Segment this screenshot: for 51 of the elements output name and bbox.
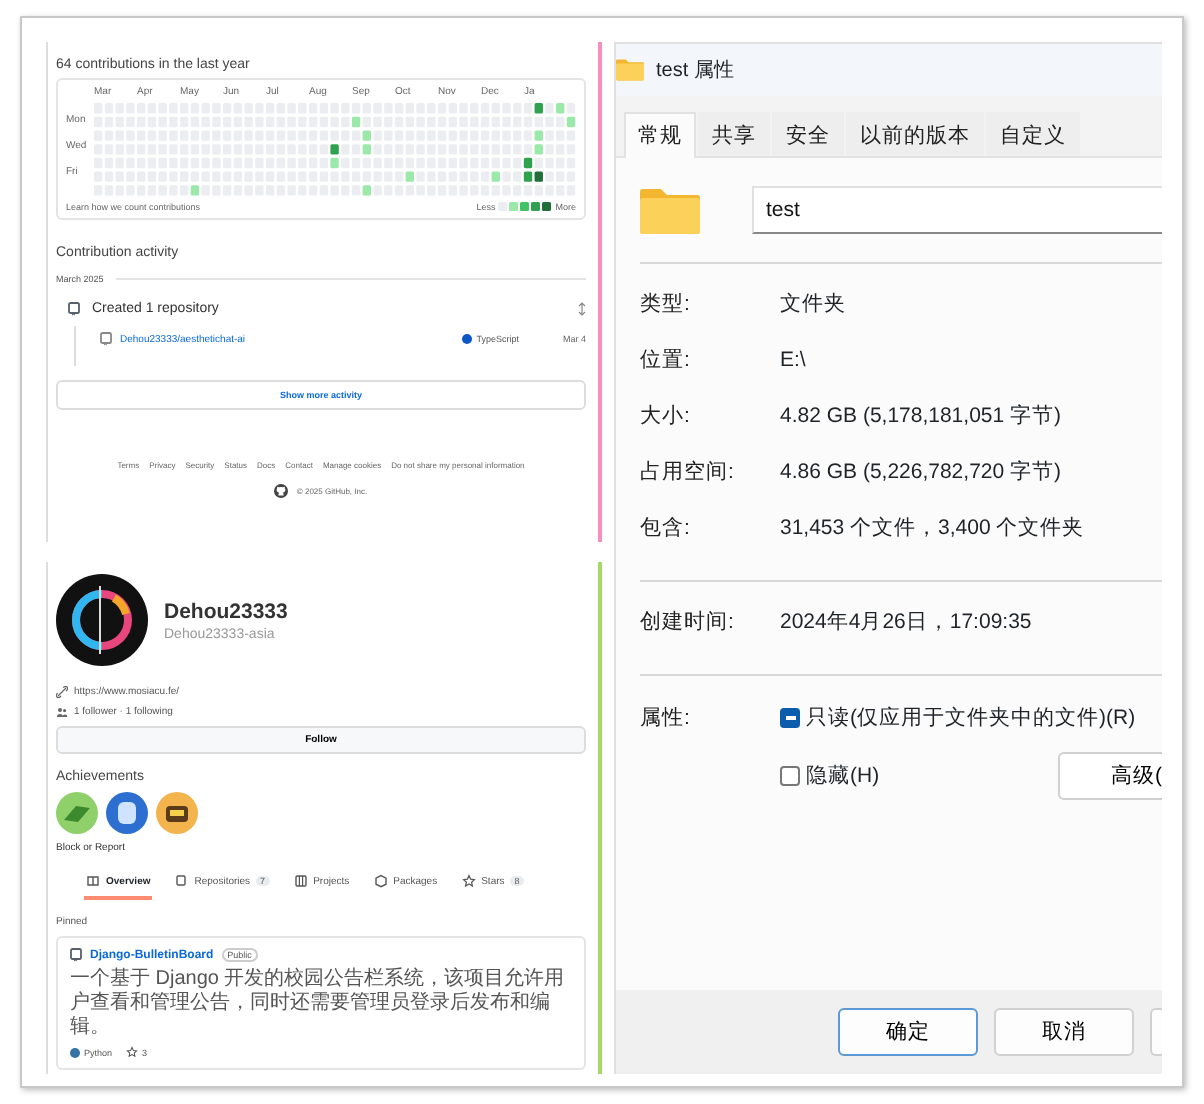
- achievement-badge-icon[interactable]: [106, 792, 148, 834]
- legend-scale-drawing: [498, 202, 553, 212]
- repo-icon: [100, 332, 112, 346]
- book-icon: [86, 874, 100, 888]
- property-label: 位置:: [640, 346, 692, 374]
- profile-name: Dehou23333: [164, 599, 288, 623]
- avatar-logo-icon: [56, 574, 148, 666]
- property-label: 创建时间:: [640, 608, 736, 636]
- property-value: 文件夹: [780, 290, 846, 318]
- window-title: test 属性: [656, 57, 734, 84]
- achievement-badge-icon[interactable]: [156, 792, 198, 834]
- repo-icon: [68, 302, 80, 316]
- property-value: E:\: [780, 348, 806, 372]
- dialog-tab[interactable]: 共享: [698, 112, 770, 156]
- link-icon: [56, 686, 68, 698]
- property-label: 属性:: [640, 704, 692, 732]
- dialog-tab[interactable]: 安全: [772, 112, 844, 156]
- dialog-tab[interactable]: 常规: [624, 112, 696, 158]
- github-logo-icon: [274, 484, 289, 498]
- people-icon: [56, 706, 68, 718]
- folder-icon: [640, 186, 700, 234]
- property-value: 4.82 GB (5,178,181,051 字节): [780, 402, 1061, 430]
- property-value: 4.86 GB (5,226,782,720 字节): [780, 458, 1061, 486]
- table-icon: [293, 874, 308, 888]
- dialog-tab[interactable]: 以前的版本: [846, 112, 984, 156]
- folder-icon: [616, 58, 644, 82]
- dialog-tab[interactable]: 自定义: [986, 112, 1080, 156]
- repo-icon: [174, 874, 189, 888]
- star-icon: [126, 1046, 139, 1058]
- dialog-button[interactable]: 取消: [994, 1008, 1134, 1056]
- language-dot: [70, 1047, 80, 1057]
- achievement-badge-icon[interactable]: [56, 792, 98, 834]
- checkbox-label: 只读(仅应用于文件夹中的文件)(R): [806, 704, 1136, 732]
- property-label: 大小:: [640, 402, 692, 430]
- star-icon: [461, 874, 476, 888]
- property-value: 31,453 个文件，3,400 个文件夹: [780, 514, 1085, 542]
- property-value: 2024年4月26日，17:09:35: [780, 608, 1032, 636]
- repo-icon: [70, 948, 82, 962]
- checkbox[interactable]: [780, 766, 800, 786]
- checkbox[interactable]: [780, 708, 800, 728]
- property-label: 占用空间:: [640, 458, 736, 486]
- name-field[interactable]: test: [752, 186, 1162, 234]
- property-label: 类型:: [640, 290, 692, 318]
- property-label: 包含:: [640, 514, 692, 542]
- repo-description: 一个基于 Django 开发的校园公告栏系统，该项目允许用户查看和管理公告，同时还需要管理员登录后发布和编辑。: [70, 968, 567, 1040]
- package-icon: [373, 874, 388, 888]
- advanced-button[interactable]: 高级(: [1057, 752, 1162, 800]
- language-dot: [462, 334, 473, 344]
- collapse-icon[interactable]: [578, 302, 586, 316]
- dialog-button[interactable]: 确定: [838, 1008, 978, 1056]
- checkbox-label: 隐藏(H): [806, 762, 880, 790]
